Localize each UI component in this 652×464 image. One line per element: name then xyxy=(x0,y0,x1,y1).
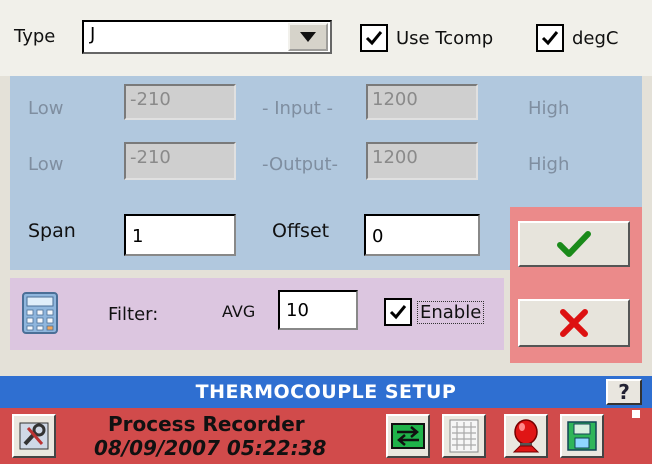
exchange-icon xyxy=(391,423,425,449)
output-center-label: -Output- xyxy=(262,154,339,175)
cancel-button[interactable] xyxy=(518,299,630,347)
type-label: Type xyxy=(14,26,56,47)
input-high-label: High xyxy=(528,98,570,119)
input-center-label: - Input - xyxy=(262,98,334,119)
use-tcomp-label: Use Tcomp xyxy=(396,27,494,49)
save-icon xyxy=(567,421,597,451)
app-info: Process Recorder 08/09/2007 05:22:38 xyxy=(94,412,326,460)
output-low-field: -210 xyxy=(124,142,236,180)
datetime: 08/09/2007 05:22:38 xyxy=(94,436,327,460)
input-high-value: 1200 xyxy=(372,89,418,110)
chevron-down-icon xyxy=(300,32,316,42)
title-bar: THERMOCOUPLE SETUP ? xyxy=(0,376,652,408)
checkmark-icon xyxy=(389,305,407,320)
status-bar: Process Recorder 08/09/2007 05:22:38 xyxy=(0,408,652,464)
offset-input[interactable]: 0 xyxy=(364,214,480,256)
offset-value: 0 xyxy=(372,226,384,247)
ok-button[interactable] xyxy=(518,221,630,267)
top-strip: Type J Use Tcomp degC xyxy=(0,0,652,76)
span-label: Span xyxy=(28,220,76,242)
input-low-label: Low xyxy=(28,98,64,119)
span-value: 1 xyxy=(132,226,144,247)
output-low-value: -210 xyxy=(130,147,171,168)
checkmark-icon xyxy=(541,31,559,46)
x-icon xyxy=(560,309,588,337)
type-combo-value: J xyxy=(90,24,96,45)
filter-label: Filter: xyxy=(108,304,159,325)
filter-panel: Filter: AVG 10 Enable xyxy=(10,278,504,350)
calculator-icon[interactable] xyxy=(22,292,58,334)
exchange-button[interactable] xyxy=(386,414,430,458)
save-button[interactable] xyxy=(560,414,604,458)
degc-checkbox[interactable]: degC xyxy=(536,24,619,52)
degc-check-box[interactable] xyxy=(536,24,564,52)
avg-label: AVG xyxy=(222,302,256,321)
type-combo[interactable]: J xyxy=(82,20,332,54)
combo-dropdown-button[interactable] xyxy=(288,23,328,51)
help-button[interactable]: ? xyxy=(606,379,642,405)
use-tcomp-checkbox[interactable]: Use Tcomp xyxy=(360,24,493,52)
indicator-dot xyxy=(632,410,640,418)
input-low-value: -210 xyxy=(130,89,171,110)
avg-value: 10 xyxy=(286,300,309,321)
span-input[interactable]: 1 xyxy=(124,214,236,256)
enable-label: Enable xyxy=(416,300,485,324)
tools-button[interactable] xyxy=(12,414,56,458)
help-icon: ? xyxy=(618,380,630,404)
checkmark-icon xyxy=(365,31,383,46)
tools-icon xyxy=(19,422,49,450)
checkmark-icon xyxy=(557,231,591,257)
output-low-label: Low xyxy=(28,154,64,175)
output-high-field: 1200 xyxy=(366,142,478,180)
degc-label: degC xyxy=(572,27,619,49)
grid-button[interactable] xyxy=(442,414,486,458)
input-low-field: -210 xyxy=(124,84,236,120)
enable-checkbox[interactable]: Enable xyxy=(384,298,485,326)
page-title: THERMOCOUPLE SETUP xyxy=(195,381,457,403)
alarm-icon xyxy=(512,419,540,453)
offset-label: Offset xyxy=(272,220,330,242)
alarm-button[interactable] xyxy=(504,414,548,458)
input-high-field: 1200 xyxy=(366,84,478,120)
use-tcomp-check-box[interactable] xyxy=(360,24,388,52)
output-high-label: High xyxy=(528,154,570,175)
avg-input[interactable]: 10 xyxy=(278,290,358,330)
output-high-value: 1200 xyxy=(372,147,418,168)
app-name: Process Recorder xyxy=(108,412,305,436)
grid-icon xyxy=(449,419,479,453)
enable-check-box[interactable] xyxy=(384,298,412,326)
action-panel xyxy=(510,207,642,363)
